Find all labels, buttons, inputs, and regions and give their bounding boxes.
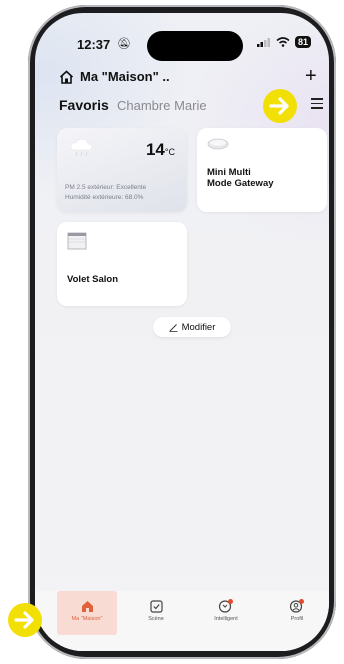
temperature-unit: °C bbox=[164, 147, 175, 157]
wifi-icon bbox=[276, 37, 290, 47]
pm25-text: PM 2.5 extérieur: Excellente bbox=[65, 184, 147, 191]
nav-item-profil[interactable]: Profil bbox=[267, 591, 327, 635]
nav-label: Scène bbox=[148, 616, 164, 622]
device-name: Volet Salon bbox=[67, 274, 119, 285]
dynamic-island bbox=[147, 31, 243, 61]
highlight-arrow-home bbox=[8, 603, 42, 637]
temperature-value: 14 bbox=[145, 140, 165, 159]
device-name-line1: Mini Multi bbox=[207, 167, 251, 178]
arrow-right-icon bbox=[269, 97, 289, 115]
humidity-text: Humidité extérieure: 68.0% bbox=[65, 194, 144, 201]
arrow-right-icon bbox=[14, 611, 34, 629]
battery-level: 81 bbox=[295, 36, 312, 48]
menu-icon[interactable] bbox=[311, 98, 323, 112]
cloud-rain-icon bbox=[70, 138, 93, 157]
gateway-device-icon bbox=[207, 138, 229, 150]
home-selector[interactable]: Ma "Maison" .. bbox=[59, 69, 170, 84]
bottom-nav: Ma "Maison" Scène Intelligent Profil bbox=[35, 591, 329, 651]
temperature: 14°C bbox=[146, 140, 175, 160]
signal-icon bbox=[257, 37, 270, 47]
nav-label: Profil bbox=[290, 616, 304, 622]
status-icons: 81 bbox=[257, 36, 312, 48]
blind-device-icon bbox=[67, 232, 87, 250]
home-title: Ma "Maison" .. bbox=[80, 69, 170, 84]
tab-favoris[interactable]: Favoris bbox=[59, 97, 109, 113]
device-card-volet[interactable]: Volet Salon bbox=[57, 222, 187, 306]
add-button[interactable]: + bbox=[305, 65, 317, 88]
nav-item-home[interactable]: Ma "Maison" bbox=[57, 591, 117, 635]
home-icon bbox=[59, 69, 74, 84]
profile-icon bbox=[289, 599, 304, 613]
home-icon bbox=[81, 601, 93, 612]
weather-card[interactable]: 14°C PM 2.5 extérieur: Excellente Humidi… bbox=[57, 128, 187, 212]
silent-bell-icon: 🔕︎ bbox=[117, 38, 131, 50]
nav-label: Ma "Maison" bbox=[71, 616, 103, 622]
tab-chambre-marie[interactable]: Chambre Marie bbox=[117, 98, 207, 113]
device-name-line2: Mode Gateway bbox=[207, 178, 274, 189]
nav-label: Intelligent bbox=[214, 616, 238, 622]
nav-item-intelligent[interactable]: Intelligent bbox=[196, 591, 256, 635]
pencil-icon bbox=[169, 323, 178, 332]
device-card-gateway[interactable]: Mini Multi Mode Gateway bbox=[197, 128, 327, 212]
modifier-button[interactable]: Modifier bbox=[153, 317, 231, 337]
modifier-label: Modifier bbox=[181, 321, 216, 333]
nav-item-scene[interactable]: Scène bbox=[126, 591, 186, 635]
scene-icon bbox=[149, 600, 163, 613]
smart-icon bbox=[218, 599, 233, 613]
highlight-arrow-menu bbox=[263, 89, 297, 123]
status-time: 12:37 bbox=[77, 37, 111, 52]
